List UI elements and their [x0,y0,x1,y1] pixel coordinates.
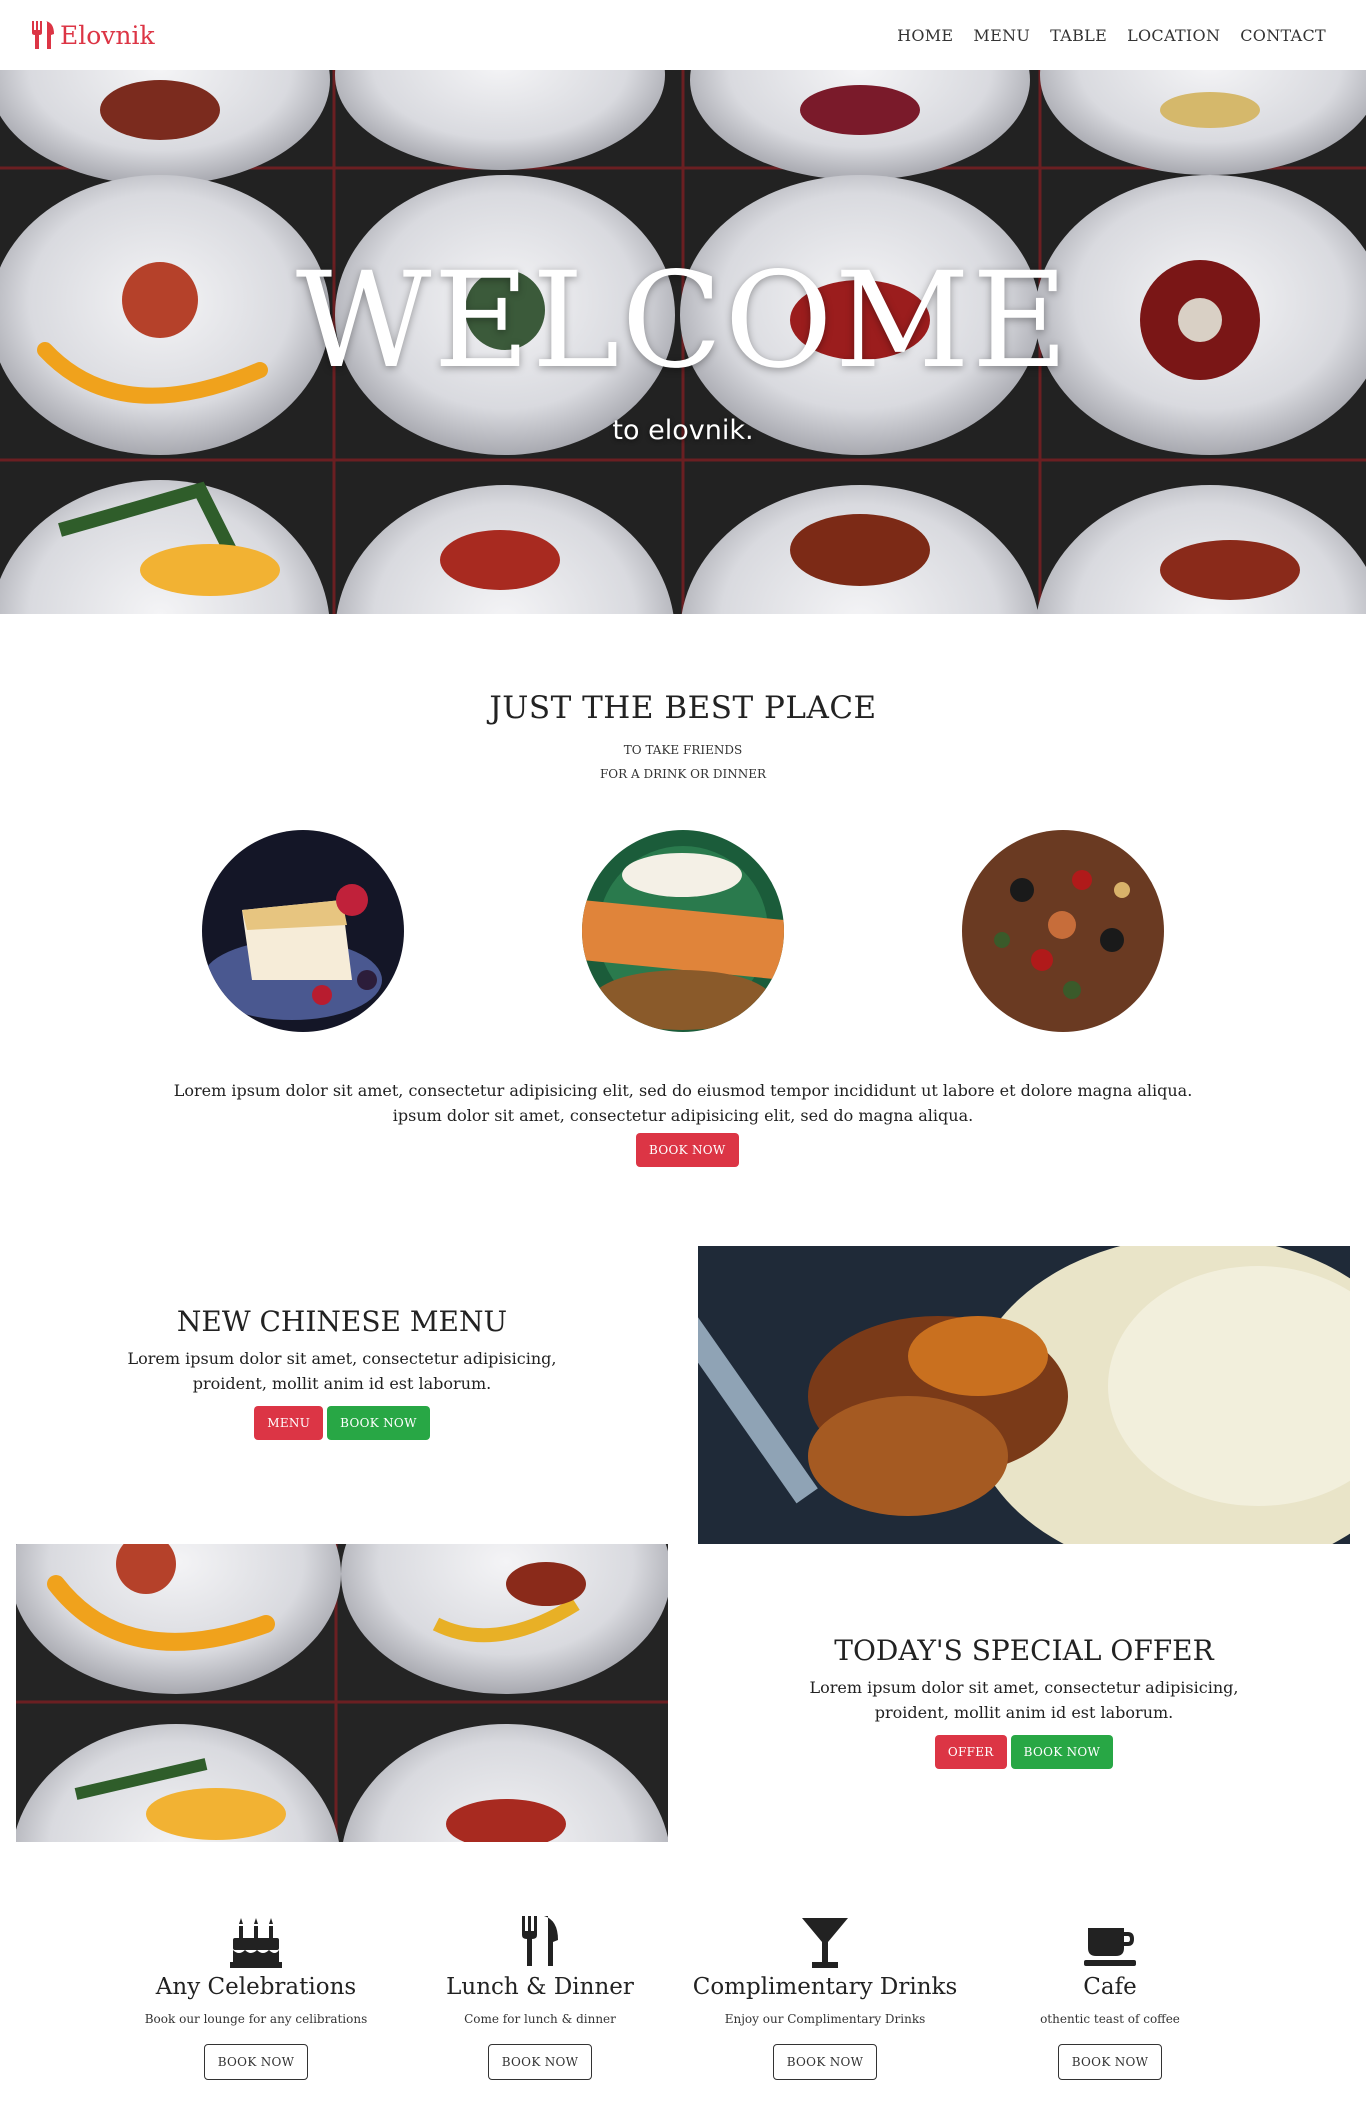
special-offer-section: TODAY'S SPECIAL OFFER Lorem ipsum dolor … [698,1634,1350,1769]
service-cafe-book-button[interactable]: BOOK NOW [1057,2044,1163,2080]
service-lunch-dinner-name: Lunch & Dinner [446,1974,634,2000]
brand-logo[interactable]: Elovnik [30,20,155,50]
service-celebrations: Any Celebrations Book our lounge for any… [116,1908,396,2080]
services-section: Any Celebrations Book our lounge for any… [0,1908,1366,2108]
service-celebrations-book-button[interactable]: BOOK NOW [203,2044,309,2080]
service-celebrations-name: Any Celebrations [155,1974,357,2000]
service-celebrations-desc: Book our lounge for any celibrations [144,2012,368,2026]
special-book-button[interactable]: BOOK NOW [1010,1735,1114,1769]
chinese-menu-text-2: proident, mollit anim id est laborum. [192,1374,492,1393]
service-cafe-desc: othentic teast of coffee [1040,2012,1180,2026]
best-place-section: JUST THE BEST PLACE TO TAKE FRIENDS FOR … [0,690,1366,1167]
nav-table[interactable]: TABLE [1048,22,1109,49]
service-drinks-book-button[interactable]: BOOK NOW [772,2044,878,2080]
coffee-cup-icon [1084,1928,1136,1966]
utensils-icon [32,21,54,49]
best-place-book-button[interactable]: BOOK NOW [636,1133,739,1167]
service-cafe: Cafe othentic teast of coffee BOOK NOW [970,1908,1250,2080]
service-cafe-name: Cafe [1083,1974,1137,2000]
chinese-menu-section: NEW CHINESE MENU Lorem ipsum dolor sit a… [16,1305,668,1440]
special-offer-title: TODAY'S SPECIAL OFFER [834,1634,1214,1667]
service-drinks-name: Complimentary Drinks [692,1974,958,2000]
nav-contact[interactable]: CONTACT [1238,22,1328,49]
best-place-description: Lorem ipsum dolor sit amet, consectetur … [0,1078,1366,1128]
special-offer-text-2: proident, mollit anim id est laborum. [874,1703,1174,1722]
navbar: Elovnik HOME MENU TABLE LOCATION CONTACT [0,0,1366,70]
chinese-menu-button[interactable]: MENU [254,1406,324,1440]
service-lunch-dinner-book-button[interactable]: BOOK NOW [487,2044,593,2080]
service-lunch-dinner-desc: Come for lunch & dinner [464,2012,616,2026]
chinese-menu-buttons: MENU BOOK NOW [16,1406,668,1440]
nav-home[interactable]: HOME [895,22,955,49]
chinese-menu-title: NEW CHINESE MENU [176,1305,508,1338]
dish-cake-image [202,830,404,1032]
service-drinks: Complimentary Drinks Enjoy our Complimen… [685,1908,965,2080]
best-place-tagline-2: FOR A DRINK OR DINNER [599,767,766,781]
best-place-title: JUST THE BEST PLACE [489,690,877,726]
utensils-icon [522,1916,558,1966]
service-drinks-desc: Enjoy our Complimentary Drinks [724,2012,926,2026]
special-offer-buttons: OFFER BOOK NOW [698,1735,1350,1769]
chinese-dish-image [698,1246,1350,1544]
offer-button[interactable]: OFFER [934,1735,1007,1769]
dish-dosa-image [582,830,784,1032]
chinese-menu-text: Lorem ipsum dolor sit amet, consectetur … [16,1346,668,1396]
best-place-tagline-1: TO TAKE FRIENDS [623,743,743,757]
nav-location[interactable]: LOCATION [1125,22,1222,49]
nav-menu-link[interactable]: MENU [971,22,1032,49]
best-place-text-2: ipsum dolor sit amet, consectetur adipis… [392,1106,974,1125]
hero-banner: WELCOME to elovnik. [0,70,1366,614]
service-lunch-dinner: Lunch & Dinner Come for lunch & dinner B… [400,1908,680,2080]
nav-menu: HOME MENU TABLE LOCATION CONTACT [895,22,1328,49]
best-place-text-1: Lorem ipsum dolor sit amet, consectetur … [173,1081,1193,1100]
cocktail-glass-icon [802,1918,848,1968]
special-offer-text-1: Lorem ipsum dolor sit amet, consectetur … [809,1678,1239,1697]
brand-name: Elovnik [60,20,155,50]
birthday-cake-icon [230,1918,282,1968]
special-offer-text: Lorem ipsum dolor sit amet, consectetur … [698,1675,1350,1725]
special-offer-image [16,1544,668,1842]
dish-gallery [0,830,1366,1032]
hero-subtitle: to elovnik. [612,415,754,446]
chinese-menu-text-1: Lorem ipsum dolor sit amet, consectetur … [127,1349,557,1368]
dish-pizza-image [962,830,1164,1032]
chinese-book-button[interactable]: BOOK NOW [327,1406,430,1440]
hero-title: WELCOME [295,244,1071,398]
